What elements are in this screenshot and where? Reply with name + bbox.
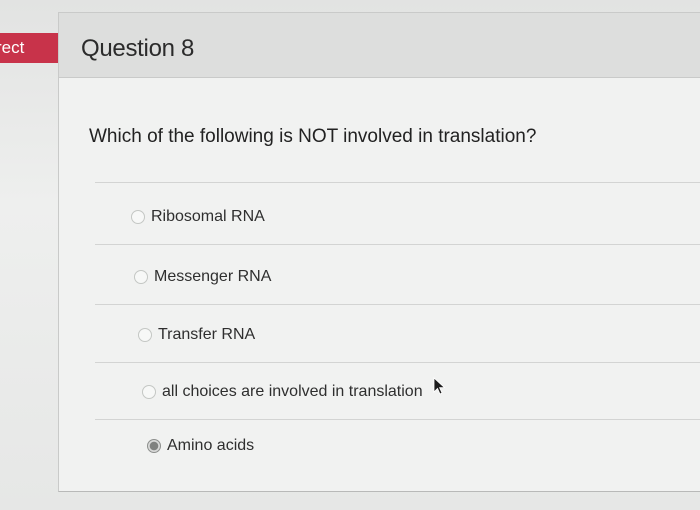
answer-option-transfer-rna[interactable]: Transfer RNA [138,326,255,344]
divider [95,182,700,183]
radio-button[interactable] [134,270,148,284]
question-body: Which of the following is NOT involved i… [58,78,700,492]
answer-status-label: rect [0,38,25,57]
answer-option-all-choices[interactable]: all choices are involved in translation [142,383,423,401]
mouse-pointer-icon [433,377,446,395]
divider [95,362,700,363]
divider [95,304,700,305]
radio-button[interactable] [131,210,145,224]
option-label: all choices are involved in translation [162,383,423,400]
question-title: Question 8 [81,35,195,62]
divider [95,244,700,245]
answer-status-tab: rect [0,33,72,63]
option-label: Amino acids [167,437,255,454]
option-label: Transfer RNA [158,326,256,343]
radio-button[interactable] [138,328,152,342]
answer-option-ribosomal-rna[interactable]: Ribosomal RNA [131,208,265,226]
option-label: Messenger RNA [154,268,272,285]
answer-option-amino-acids[interactable]: Amino acids [147,437,254,455]
quiz-screen: rect Question 8 Which of the following i… [0,0,700,510]
radio-button[interactable] [142,385,156,399]
divider [95,419,700,420]
answer-option-messenger-rna[interactable]: Messenger RNA [134,268,271,286]
question-header: Question 8 [58,12,700,78]
question-text: Which of the following is NOT involved i… [89,126,537,147]
radio-button-selected[interactable] [147,439,161,453]
option-label: Ribosomal RNA [151,208,265,225]
